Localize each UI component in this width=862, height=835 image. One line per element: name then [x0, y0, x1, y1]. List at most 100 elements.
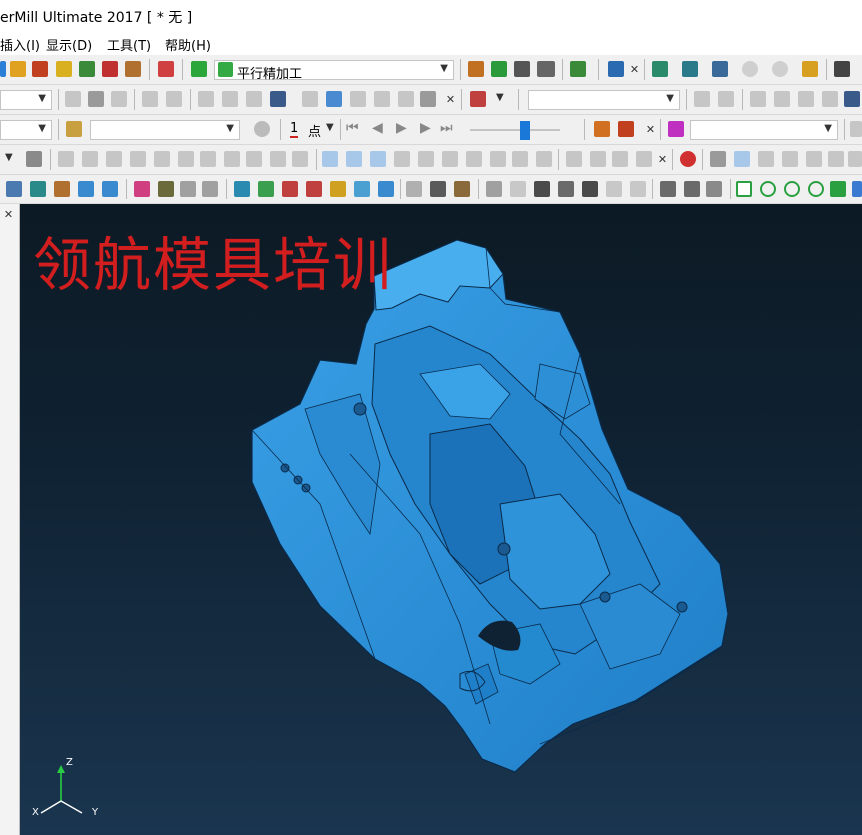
- ruler-icon[interactable]: [537, 61, 555, 77]
- tool-icon[interactable]: [682, 61, 698, 77]
- tool-icon[interactable]: [420, 91, 436, 107]
- close-icon[interactable]: ✕: [656, 153, 669, 166]
- menu-tools[interactable]: 工具(T): [107, 35, 151, 54]
- tool-icon[interactable]: [668, 121, 684, 137]
- tool-icon[interactable]: [78, 181, 94, 197]
- tool-icon[interactable]: [102, 181, 118, 197]
- tool-icon[interactable]: [536, 151, 552, 167]
- tool-icon[interactable]: [606, 181, 622, 197]
- tool-icon[interactable]: [54, 181, 70, 197]
- tool-icon[interactable]: [848, 151, 862, 167]
- tool-icon[interactable]: [374, 91, 390, 107]
- tool-icon[interactable]: [30, 181, 46, 197]
- tool-icon[interactable]: [590, 151, 606, 167]
- tool-icon[interactable]: [608, 61, 624, 77]
- tool-icon[interactable]: [178, 151, 194, 167]
- save-icon[interactable]: [166, 91, 182, 107]
- tool-icon[interactable]: [774, 91, 790, 107]
- tool-icon[interactable]: [82, 151, 98, 167]
- tool-icon[interactable]: [326, 91, 342, 107]
- tool-icon[interactable]: [566, 151, 582, 167]
- tool-icon[interactable]: [760, 181, 776, 197]
- tool-icon[interactable]: [491, 61, 507, 77]
- save-icon[interactable]: [834, 61, 850, 77]
- menu-insert[interactable]: 插入(I): [0, 35, 40, 54]
- combo-dropdown[interactable]: ▼: [90, 120, 240, 140]
- tool-icon[interactable]: [680, 151, 696, 167]
- last-point-icon[interactable]: ⏭: [440, 120, 453, 136]
- menu-help[interactable]: 帮助(H): [165, 35, 211, 54]
- tool-icon[interactable]: [125, 61, 141, 77]
- tool-icon[interactable]: [66, 121, 82, 137]
- next-point-icon[interactable]: ▶: [420, 120, 431, 136]
- tool-icon[interactable]: [10, 61, 26, 77]
- tool-icon[interactable]: [442, 151, 458, 167]
- tool-icon[interactable]: [302, 91, 318, 107]
- tool-icon[interactable]: [370, 151, 386, 167]
- tool-icon[interactable]: [258, 181, 274, 197]
- explorer-panel[interactable]: ✕: [0, 204, 20, 835]
- close-icon[interactable]: ✕: [444, 93, 457, 106]
- tool-icon[interactable]: [734, 151, 750, 167]
- tool-icon[interactable]: [470, 91, 486, 107]
- tool-icon[interactable]: [222, 91, 238, 107]
- first-point-icon[interactable]: ⏮: [346, 120, 359, 136]
- strategy-icon[interactable]: [191, 61, 207, 77]
- close-icon[interactable]: ✕: [2, 208, 15, 221]
- tool-icon[interactable]: [394, 151, 410, 167]
- tool-icon[interactable]: [418, 151, 434, 167]
- combo-dropdown[interactable]: ▼: [528, 90, 680, 110]
- tool-icon[interactable]: [534, 181, 550, 197]
- tool-icon[interactable]: [246, 151, 262, 167]
- graphics-viewport[interactable]: 领航模具培训 Z X Y: [20, 204, 862, 835]
- boundary-icon[interactable]: [158, 61, 174, 77]
- tool-icon[interactable]: [202, 181, 218, 197]
- tool-icon[interactable]: [772, 61, 788, 77]
- tool-icon[interactable]: [430, 181, 446, 197]
- tool-icon[interactable]: [79, 61, 95, 77]
- chevron-down-icon[interactable]: ▼: [326, 122, 334, 133]
- menu-display[interactable]: 显示(D): [46, 35, 92, 54]
- tool-icon[interactable]: [490, 151, 506, 167]
- tool-icon[interactable]: [198, 91, 214, 107]
- tool-icon[interactable]: [742, 61, 758, 77]
- tool-icon[interactable]: [346, 151, 362, 167]
- chevron-down-icon[interactable]: ▼: [496, 92, 504, 103]
- slider-thumb[interactable]: [520, 121, 530, 140]
- tool-icon[interactable]: [224, 151, 240, 167]
- tool-icon[interactable]: [306, 181, 322, 197]
- tool-icon[interactable]: [758, 151, 774, 167]
- tool-icon[interactable]: [570, 61, 586, 77]
- tool-icon[interactable]: [466, 151, 482, 167]
- tool-icon[interactable]: [750, 91, 766, 107]
- tool-icon[interactable]: [784, 181, 800, 197]
- tool-icon[interactable]: [844, 91, 860, 107]
- tool-icon[interactable]: [378, 181, 394, 197]
- strategy-combo[interactable]: 平行精加工 ▼: [214, 60, 454, 82]
- tool-icon[interactable]: [684, 181, 700, 197]
- tool-icon[interactable]: [106, 151, 122, 167]
- tool-icon[interactable]: [234, 181, 250, 197]
- tool-icon[interactable]: [102, 61, 118, 77]
- tool-icon[interactable]: [58, 151, 74, 167]
- calculator-icon[interactable]: [514, 61, 530, 77]
- tool-icon[interactable]: [558, 181, 574, 197]
- tool-icon[interactable]: [712, 61, 728, 77]
- tool-icon[interactable]: [32, 61, 48, 77]
- tool-icon[interactable]: [0, 61, 6, 77]
- tool-icon[interactable]: [454, 181, 470, 197]
- tool-icon[interactable]: [510, 181, 526, 197]
- close-icon[interactable]: ✕: [644, 123, 657, 136]
- tool-icon[interactable]: [322, 151, 338, 167]
- tool-icon[interactable]: [180, 181, 196, 197]
- tool-icon[interactable]: [270, 91, 286, 107]
- tool-icon[interactable]: [65, 91, 81, 107]
- bulb-icon[interactable]: [254, 121, 270, 137]
- open-icon[interactable]: [142, 91, 158, 107]
- combo-dropdown[interactable]: ▼: [0, 90, 52, 110]
- play-icon[interactable]: ▶: [396, 120, 407, 136]
- tool-icon[interactable]: [282, 181, 298, 197]
- tool-icon[interactable]: [130, 151, 146, 167]
- tool-icon[interactable]: [406, 181, 422, 197]
- tool-icon[interactable]: [852, 181, 862, 197]
